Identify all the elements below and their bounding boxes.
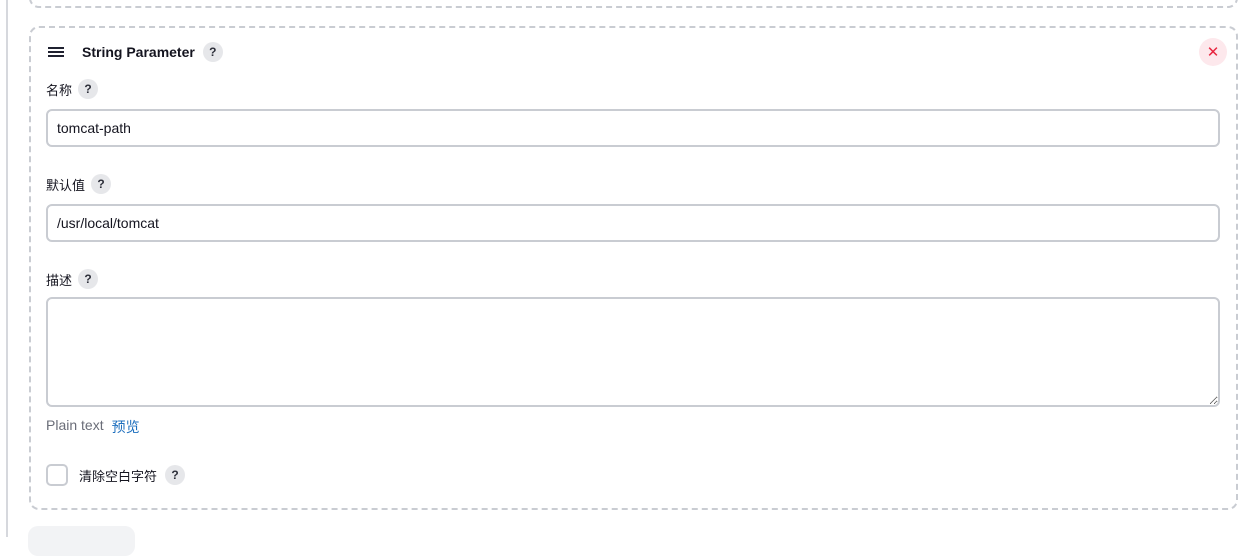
preview-link[interactable]: 预览 <box>112 417 140 437</box>
plain-text-label: Plain text <box>46 417 104 433</box>
parameter-title: String Parameter <box>82 44 195 60</box>
card-header: String Parameter ? <box>48 41 223 63</box>
default-label-row: 默认值 ? <box>46 174 112 194</box>
trim-label: 清除空白字符 <box>79 468 158 484</box>
trim-help-icon[interactable]: ? <box>165 465 186 485</box>
drag-handle-icon[interactable] <box>48 47 64 57</box>
default-help-icon[interactable]: ? <box>91 174 112 194</box>
close-icon: ✕ <box>1206 44 1220 61</box>
description-label: 描述 <box>46 272 73 288</box>
string-parameter-card: String Parameter ? ✕ 名称 ? 默认值 ? 描述 ? Pla… <box>29 26 1238 510</box>
name-input[interactable] <box>46 109 1220 147</box>
name-help-icon[interactable]: ? <box>78 79 99 99</box>
name-label: 名称 <box>46 82 73 98</box>
left-divider <box>6 0 8 537</box>
default-value-input[interactable] <box>46 204 1220 242</box>
help-icon[interactable]: ? <box>202 42 223 62</box>
previous-parameter-card <box>29 0 1238 8</box>
name-label-row: 名称 ? <box>46 79 99 99</box>
format-row: Plain text 预览 <box>46 417 140 437</box>
default-value-label: 默认值 <box>46 177 86 193</box>
description-textarea[interactable] <box>46 297 1220 407</box>
add-parameter-button[interactable] <box>28 526 135 556</box>
description-label-row: 描述 ? <box>46 269 99 289</box>
trim-row: 清除空白字符 ? <box>46 464 186 486</box>
delete-parameter-button[interactable]: ✕ <box>1199 38 1227 66</box>
description-help-icon[interactable]: ? <box>78 269 99 289</box>
trim-checkbox[interactable] <box>46 464 68 486</box>
